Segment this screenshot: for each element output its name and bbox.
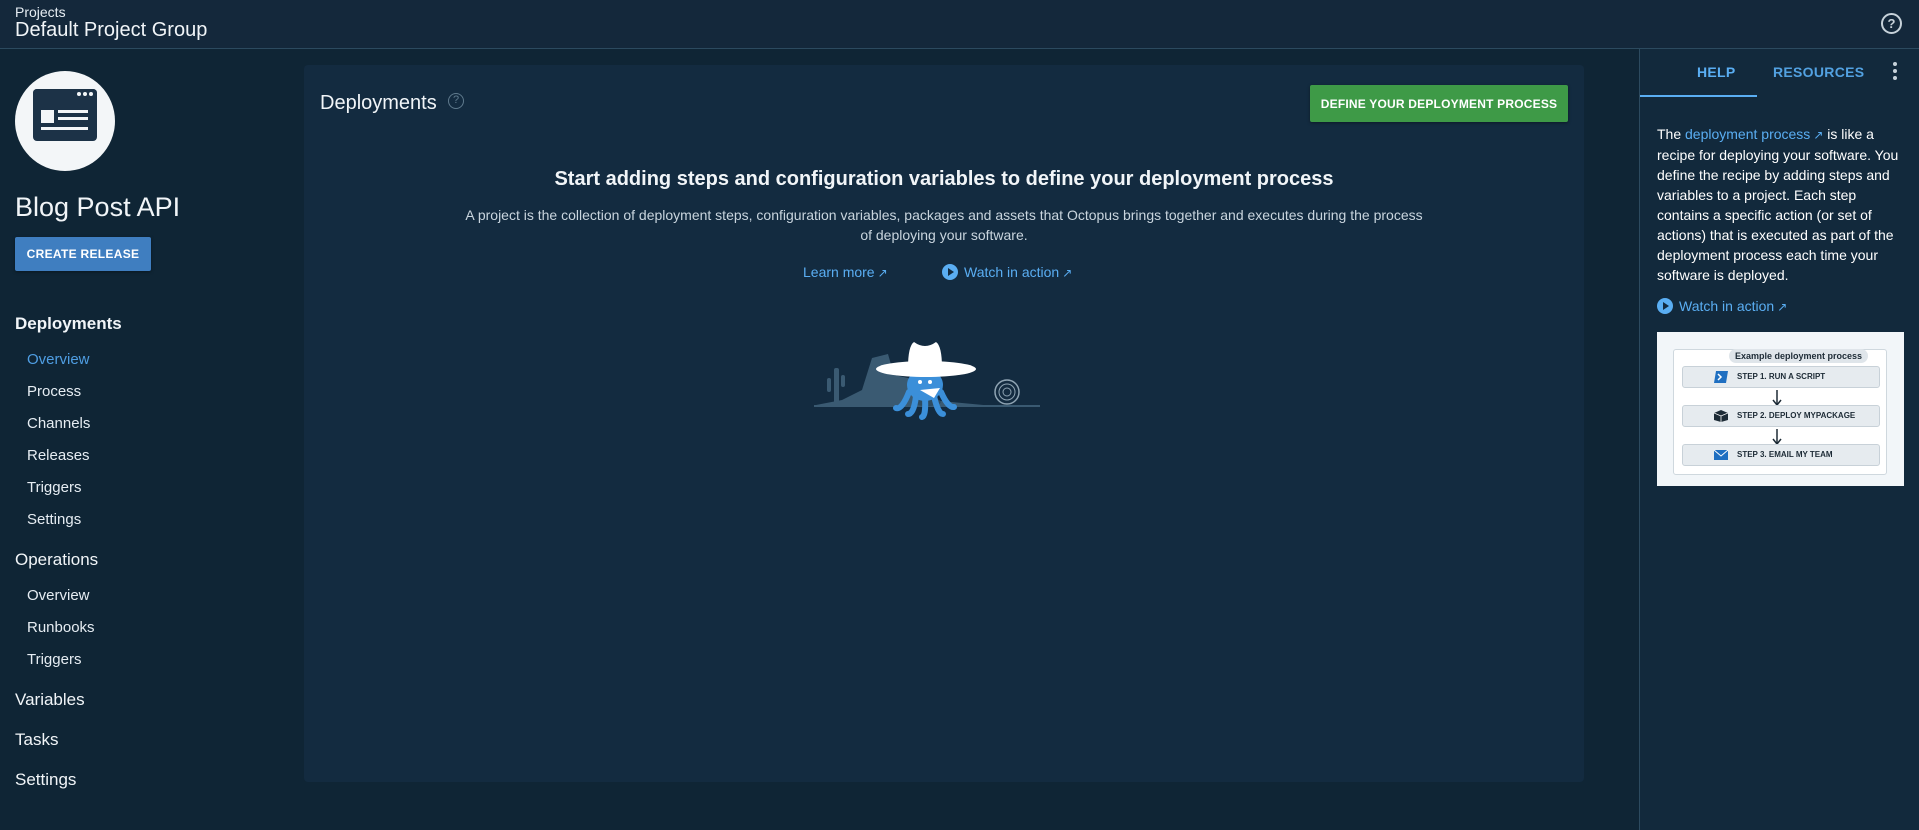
- play-icon: [1657, 298, 1673, 314]
- breadcrumb-projects[interactable]: Projects: [15, 4, 66, 20]
- external-link-icon: ↗: [1062, 266, 1073, 280]
- project-group-title: Default Project Group: [15, 19, 208, 41]
- define-deployment-process-button[interactable]: DEFINE YOUR DEPLOYMENT PROCESS: [1310, 85, 1568, 122]
- help-text-suffix: is like a recipe for deploying your soft…: [1657, 126, 1899, 283]
- watch-in-action-label: Watch in action: [964, 264, 1060, 280]
- example-step-3-label: STEP 3. EMAIL MY TEAM: [1737, 450, 1833, 459]
- active-tab-indicator: [1640, 95, 1757, 97]
- example-title: Example deployment process: [1729, 349, 1869, 363]
- help-description: The deployment process ↗ is like a recipe…: [1657, 124, 1907, 285]
- watch-in-action-link[interactable]: Watch in action ↗: [942, 264, 1072, 280]
- example-step-1-label: STEP 1. RUN A SCRIPT: [1737, 372, 1826, 381]
- external-link-icon: ↗: [1813, 128, 1824, 142]
- question-circle-icon[interactable]: ?: [448, 93, 464, 109]
- help-text-prefix: The: [1657, 126, 1686, 142]
- nav-group-settings[interactable]: Settings: [15, 770, 76, 790]
- example-step-3: STEP 3. EMAIL MY TEAM: [1682, 444, 1880, 466]
- nav-item-deployments-overview[interactable]: Overview: [27, 351, 90, 368]
- external-link-icon: ↗: [1777, 300, 1788, 314]
- powershell-icon: [1714, 371, 1728, 383]
- deployment-process-link[interactable]: deployment process ↗: [1685, 126, 1823, 142]
- tab-help[interactable]: HELP: [1697, 64, 1736, 80]
- nav-group-tasks[interactable]: Tasks: [15, 730, 58, 750]
- page-title: Deployments: [320, 92, 437, 114]
- email-icon: [1714, 449, 1728, 460]
- nav-item-channels[interactable]: Channels: [27, 415, 90, 432]
- empty-state-description: A project is the collection of deploymen…: [465, 207, 1423, 243]
- play-icon: [942, 264, 958, 280]
- deployments-panel: Deployments ? DEFINE YOUR DEPLOYMENT PRO…: [304, 65, 1584, 782]
- project-name: Blog Post API: [15, 192, 181, 222]
- nav-item-releases[interactable]: Releases: [27, 447, 90, 464]
- package-icon: [1714, 410, 1728, 422]
- nav-group-operations[interactable]: Operations: [15, 550, 98, 570]
- nav-item-deployment-settings[interactable]: Settings: [27, 511, 81, 528]
- nav-item-operations-triggers[interactable]: Triggers: [27, 651, 81, 668]
- tab-resources[interactable]: RESOURCES: [1773, 64, 1864, 80]
- empty-state-heading: Start adding steps and configuration var…: [554, 168, 1334, 190]
- nav-item-deployment-triggers[interactable]: Triggers: [27, 479, 81, 496]
- learn-more-link[interactable]: Learn more ↗: [803, 264, 888, 280]
- deployment-process-link-label: deployment process: [1685, 126, 1811, 142]
- nav-item-operations-overview[interactable]: Overview: [27, 587, 90, 604]
- nav-item-runbooks[interactable]: Runbooks: [27, 619, 95, 636]
- example-step-2-label: STEP 2. DEPLOY MYPACKAGE: [1737, 411, 1856, 420]
- nav-group-variables[interactable]: Variables: [15, 690, 85, 710]
- external-link-icon: ↗: [877, 266, 888, 280]
- nav-item-process[interactable]: Process: [27, 383, 81, 400]
- example-deployment-process-image: Example deployment process STEP 1. RUN A…: [1657, 332, 1904, 486]
- example-step-1: STEP 1. RUN A SCRIPT: [1682, 366, 1880, 388]
- nav-group-deployments[interactable]: Deployments: [15, 314, 122, 334]
- help-panel: HELP RESOURCES The deployment process ↗ i…: [1639, 49, 1919, 830]
- project-sidebar: Blog Post API CREATE RELEASE Deployments…: [0, 49, 285, 830]
- learn-more-label: Learn more: [803, 264, 875, 280]
- more-vert-icon[interactable]: [1893, 62, 1899, 83]
- example-step-2: STEP 2. DEPLOY MYPACKAGE: [1682, 405, 1880, 427]
- example-process-frame: Example deployment process STEP 1. RUN A…: [1673, 349, 1887, 475]
- arrow-down-icon: [1772, 429, 1782, 445]
- help-watch-label: Watch in action: [1679, 298, 1775, 314]
- top-header: Projects Default Project Group ?: [0, 0, 1919, 49]
- help-watch-in-action-link[interactable]: Watch in action ↗: [1657, 298, 1787, 314]
- browser-window-icon: [33, 89, 97, 141]
- create-release-button[interactable]: CREATE RELEASE: [15, 237, 151, 271]
- question-circle-icon[interactable]: ?: [1881, 13, 1902, 34]
- project-logo: [15, 71, 115, 171]
- arrow-down-icon: [1772, 390, 1782, 406]
- octopus-cowboy-illustration: [814, 342, 1040, 420]
